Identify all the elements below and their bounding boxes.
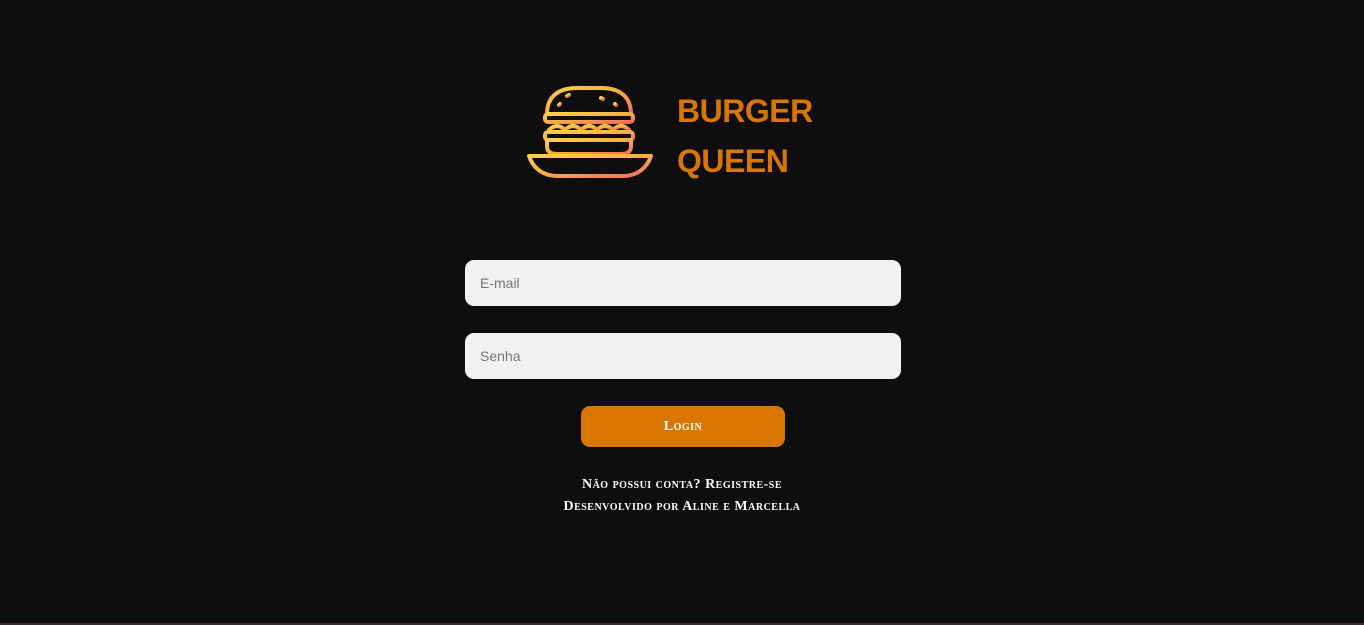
register-link[interactable]: Registre-se bbox=[705, 477, 782, 492]
login-button[interactable]: Login bbox=[581, 406, 785, 447]
brand-name-line2: QUEEN bbox=[677, 143, 789, 179]
register-prompt: Não possui conta? bbox=[581, 477, 706, 492]
credits-text: Desenvolvido por Aline e Marcella bbox=[563, 499, 801, 514]
email-input[interactable] bbox=[465, 260, 901, 306]
brand-name-line1: BURGER bbox=[677, 93, 813, 129]
brand-logo: BURGER QUEEN bbox=[527, 86, 827, 182]
brand-name: BURGER QUEEN bbox=[677, 86, 813, 186]
password-input[interactable] bbox=[465, 333, 901, 379]
register-prompt-line: Não possui conta? Registre-se bbox=[382, 475, 982, 495]
burger-icon bbox=[527, 86, 653, 179]
